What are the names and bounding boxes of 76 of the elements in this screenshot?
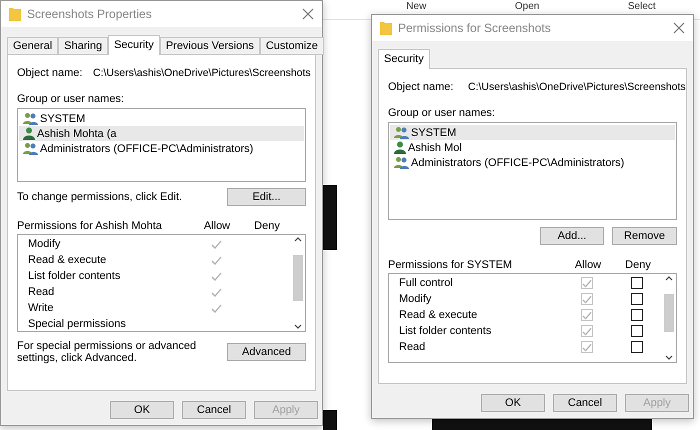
user-group-icon bbox=[394, 126, 409, 139]
user-name: Ashish Mol bbox=[408, 142, 462, 154]
permission-name: Read & execute bbox=[399, 309, 478, 321]
window-title: Permissions for Screenshots bbox=[398, 21, 552, 35]
dialog-button[interactable]: Cancel bbox=[553, 394, 617, 412]
user-list-item[interactable]: Administrators (OFFICE-PC\Administrators) bbox=[390, 155, 675, 170]
tab[interactable]: Security bbox=[378, 49, 430, 69]
deny-header: Deny bbox=[624, 259, 652, 271]
user-group-icon bbox=[23, 142, 38, 155]
permission-name: Full control bbox=[399, 277, 454, 289]
permission-name: Modify bbox=[28, 238, 62, 250]
scrollbar[interactable] bbox=[291, 235, 305, 331]
close-icon[interactable] bbox=[673, 22, 685, 34]
permission-name: Special permissions bbox=[28, 318, 127, 330]
user-group-icon bbox=[394, 156, 409, 169]
edit-button[interactable]: Edit... bbox=[227, 188, 306, 206]
user-icon bbox=[394, 141, 406, 154]
user-list-item[interactable]: SYSTEM bbox=[19, 111, 304, 126]
folder-icon bbox=[380, 21, 392, 35]
dark-panel bbox=[323, 185, 337, 250]
object-path: C:\Users\ashis\OneDrive\Pictures\Screenshots bbox=[468, 81, 686, 93]
tab[interactable]: General bbox=[7, 37, 58, 55]
user-icon bbox=[23, 127, 35, 140]
scroll-up-icon[interactable] bbox=[294, 236, 302, 242]
user-group-icon bbox=[23, 112, 38, 125]
permission-name: Modify bbox=[399, 293, 432, 305]
tab[interactable]: Customize bbox=[260, 37, 324, 55]
allow-header: Allow bbox=[574, 259, 602, 271]
add-button[interactable]: Add... bbox=[540, 227, 604, 245]
advanced-hint: For special permissions or advanced settings, click Advanced. bbox=[17, 340, 198, 364]
dialog-button[interactable]: OK bbox=[481, 394, 545, 412]
group-label: Group or user names: bbox=[17, 93, 124, 105]
tab[interactable]: Security bbox=[108, 35, 160, 55]
user-name: Ashish Mohta (a bbox=[37, 128, 116, 140]
tab[interactable]: Previous Versions bbox=[160, 37, 260, 55]
user-name: Administrators (OFFICE-PC\Administrators) bbox=[40, 142, 254, 154]
permissions-label: Permissions for SYSTEM bbox=[388, 259, 514, 271]
dialog-button[interactable]: Cancel bbox=[182, 401, 246, 419]
folder-icon bbox=[9, 7, 21, 21]
scroll-up-icon[interactable] bbox=[665, 276, 673, 280]
user-list-item[interactable]: SYSTEM bbox=[390, 125, 675, 140]
object-name-label: Object name: bbox=[388, 81, 454, 93]
scrollbar[interactable] bbox=[662, 274, 676, 362]
permission-name: List folder contents bbox=[28, 270, 122, 282]
advanced-button[interactable]: Advanced bbox=[227, 343, 306, 361]
permission-name: Read & execute bbox=[28, 254, 108, 266]
user-name: Administrators (OFFICE-PC\Administrators) bbox=[411, 156, 624, 168]
object-path: C:\Users\ashis\OneDrive\Pictures\Screenshots bbox=[93, 67, 311, 79]
checkbox[interactable] bbox=[631, 325, 643, 337]
window-title: Screenshots Properties bbox=[27, 7, 153, 21]
close-icon[interactable] bbox=[302, 8, 314, 20]
group-label: Group or user names: bbox=[388, 107, 495, 119]
permission-name: List folder contents bbox=[399, 325, 492, 337]
user-list-item[interactable]: Administrators (OFFICE-PC\Administrators) bbox=[19, 141, 304, 156]
user-name: SYSTEM bbox=[40, 112, 86, 124]
permission-name: Read bbox=[28, 286, 56, 298]
dialog-button[interactable]: OK bbox=[110, 401, 174, 419]
dark-panel bbox=[323, 410, 337, 430]
checkbox[interactable] bbox=[631, 293, 643, 305]
user-list-item[interactable]: Ashish Mohta (a bbox=[19, 126, 304, 141]
scroll-down-icon[interactable] bbox=[665, 354, 673, 360]
allow-header: Allow bbox=[202, 220, 232, 232]
checkbox[interactable] bbox=[631, 309, 643, 321]
user-name: SYSTEM bbox=[411, 126, 456, 138]
user-list-item[interactable]: Ashish Mol bbox=[390, 140, 675, 155]
tab[interactable]: Sharing bbox=[58, 37, 108, 55]
permission-name: Write bbox=[28, 302, 54, 314]
checkbox[interactable] bbox=[631, 277, 643, 289]
permissions-label: Permissions for Ashish Mohta bbox=[17, 220, 163, 232]
deny-header: Deny bbox=[253, 220, 281, 232]
checkbox[interactable] bbox=[631, 341, 643, 353]
change-hint: To change permissions, click Edit. bbox=[17, 191, 182, 203]
object-name-label: Object name: bbox=[17, 67, 84, 79]
remove-button[interactable]: Remove bbox=[612, 227, 677, 245]
scroll-down-icon[interactable] bbox=[294, 324, 302, 328]
permission-name: Read bbox=[399, 341, 426, 353]
